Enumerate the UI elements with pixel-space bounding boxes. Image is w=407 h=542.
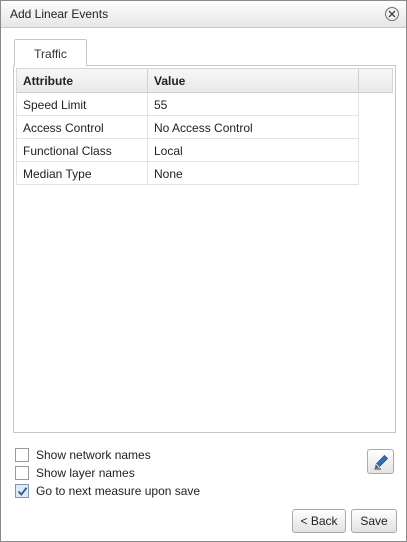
- close-icon: [388, 10, 396, 18]
- show-layer-names-checkbox[interactable]: [15, 466, 29, 480]
- save-button[interactable]: Save: [351, 509, 397, 533]
- show-layer-names-label: Show layer names: [36, 466, 135, 480]
- column-header-filler: [359, 69, 393, 93]
- next-measure-checkbox[interactable]: [15, 484, 29, 498]
- checkmark-icon: [17, 486, 27, 496]
- attribute-grid: Attribute Value Speed Limit 55 Access Co…: [16, 68, 393, 185]
- close-button[interactable]: [385, 7, 399, 21]
- grid-header: Attribute Value: [16, 68, 393, 93]
- value-cell[interactable]: None: [148, 162, 359, 184]
- value-cell[interactable]: 55: [148, 93, 359, 115]
- value-cell[interactable]: Local: [148, 139, 359, 161]
- back-button[interactable]: < Back: [292, 509, 346, 533]
- attribute-cell: Functional Class: [16, 139, 148, 161]
- table-row[interactable]: Speed Limit 55: [16, 93, 359, 116]
- option-show-network-names: Show network names: [15, 447, 151, 463]
- tab-panel-traffic: Attribute Value Speed Limit 55 Access Co…: [13, 65, 396, 433]
- next-measure-label: Go to next measure upon save: [36, 484, 201, 498]
- attribute-cell: Speed Limit: [16, 93, 148, 115]
- pencil-icon: [374, 454, 388, 469]
- column-header-attribute[interactable]: Attribute: [16, 69, 148, 93]
- table-row[interactable]: Functional Class Local: [16, 139, 359, 162]
- option-show-layer-names: Show layer names: [15, 465, 135, 481]
- title-bar: Add Linear Events: [1, 1, 406, 28]
- option-next-measure: Go to next measure upon save: [15, 483, 200, 499]
- tab-traffic[interactable]: Traffic: [14, 39, 87, 66]
- table-row[interactable]: Median Type None: [16, 162, 359, 185]
- column-header-value[interactable]: Value: [148, 69, 359, 93]
- add-linear-events-dialog: Add Linear Events Traffic Attribute Valu…: [0, 0, 407, 542]
- attribute-cell: Median Type: [16, 162, 148, 184]
- dialog-title: Add Linear Events: [10, 7, 109, 21]
- edit-button[interactable]: [367, 449, 394, 474]
- show-network-names-checkbox[interactable]: [15, 448, 29, 462]
- show-network-names-label: Show network names: [36, 448, 151, 462]
- table-row[interactable]: Access Control No Access Control: [16, 116, 359, 139]
- attribute-cell: Access Control: [16, 116, 148, 138]
- value-cell[interactable]: No Access Control: [148, 116, 359, 138]
